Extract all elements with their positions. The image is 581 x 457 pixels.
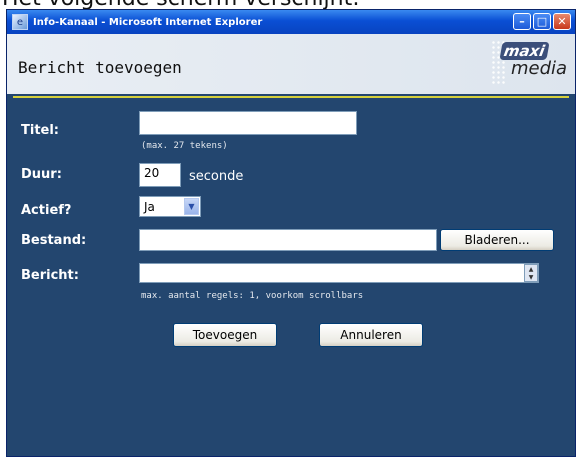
browser-window: e Info-Kanaal - Microsoft Internet Explo… <box>6 9 576 457</box>
title-bar: e Info-Kanaal - Microsoft Internet Explo… <box>7 10 575 34</box>
close-button[interactable]: ✕ <box>553 13 571 30</box>
browse-button[interactable]: Bladeren... <box>440 229 554 251</box>
header-band: Bericht toevoegen maxi media <box>7 34 575 94</box>
bestand-input[interactable] <box>139 229 437 251</box>
titel-label: Titel: <box>21 123 60 138</box>
actief-selected-value: Ja <box>144 199 155 214</box>
maximize-button[interactable]: □ <box>533 13 551 30</box>
window-title: Info-Kanaal - Microsoft Internet Explore… <box>33 16 263 28</box>
titel-input[interactable] <box>139 111 357 135</box>
minimize-button[interactable]: – <box>513 13 531 30</box>
bericht-label: Bericht: <box>21 268 79 283</box>
duur-label: Duur: <box>21 167 62 182</box>
duur-unit: seconde <box>189 169 244 184</box>
page-title: Bericht toevoegen <box>18 58 182 77</box>
duur-input[interactable]: 20 <box>139 163 181 187</box>
header-divider <box>13 96 569 98</box>
cancel-button[interactable]: Annuleren <box>319 323 423 347</box>
maxi-media-logo: maxi media <box>491 40 571 90</box>
window-controls: – □ ✕ <box>513 13 571 30</box>
chevron-down-icon[interactable]: ▼ <box>184 198 199 215</box>
add-button[interactable]: Toevoegen <box>173 323 277 347</box>
titel-hint: (max. 27 tekens) <box>141 141 228 151</box>
bericht-input[interactable] <box>139 263 539 283</box>
ie-icon: e <box>12 14 28 30</box>
actief-select[interactable]: Ja ▼ <box>139 196 201 217</box>
logo-media-text: media <box>511 58 568 79</box>
bericht-hint: max. aantal regels: 1, voorkom scrollbar… <box>141 291 364 301</box>
bestand-label: Bestand: <box>21 233 87 248</box>
bericht-scroll-icon[interactable]: ▲ ▼ <box>524 264 538 282</box>
actief-label: Actief? <box>21 203 72 218</box>
